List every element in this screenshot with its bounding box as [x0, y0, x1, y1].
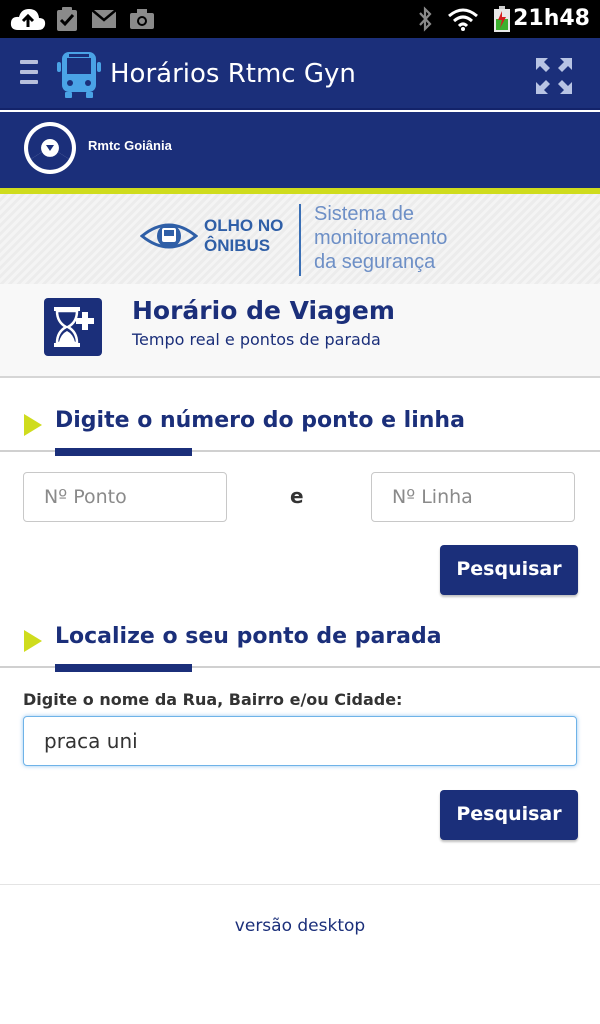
banner-tagline: Sistema de monitoramento da segurança: [314, 202, 474, 274]
heading-underline: [55, 664, 192, 672]
hourglass-plus-icon: [44, 298, 102, 356]
section-header: Horário de Viagem Tempo real e pontos de…: [0, 284, 600, 378]
heading-underline: [55, 448, 192, 456]
banner-tagline-line2: monitoramento: [314, 227, 448, 249]
eye-bus-icon: [139, 216, 199, 260]
banner-logo-line1: OLHO NO: [204, 216, 284, 235]
locate-stop-heading: Localize o seu ponto de parada: [0, 624, 600, 672]
locate-stop-heading-label: Localize o seu ponto de parada: [55, 624, 442, 649]
section-subtitle: Tempo real e pontos de parada: [132, 330, 381, 349]
bus-icon[interactable]: [54, 50, 104, 100]
banner-separator: [299, 204, 301, 276]
line-number-input[interactable]: Nº Linha: [371, 472, 575, 522]
triangle-bullet-icon: [24, 630, 42, 652]
stop-line-heading: Digite o número do ponto e linha: [0, 408, 600, 456]
olho-no-onibus-banner: OLHO NO ÔNIBUS Sistema de monitoramento …: [0, 194, 600, 284]
brand-name: Rmtc Goiânia: [88, 138, 172, 153]
banner-logo-text: OLHO NO ÔNIBUS: [204, 216, 283, 256]
cloud-upload-icon: [8, 0, 48, 38]
status-time: 21h48: [513, 6, 590, 31]
clipboard-check-icon: [54, 0, 80, 38]
banner-tagline-line3: da segurança: [314, 251, 436, 273]
expand-icon[interactable]: [534, 56, 574, 96]
rmtc-logo-icon: [24, 122, 76, 174]
section-title: Horário de Viagem: [132, 296, 395, 325]
bluetooth-icon: [414, 0, 436, 38]
brand-header: Rmtc Goiânia: [0, 112, 600, 188]
desktop-version-link[interactable]: versão desktop: [0, 916, 600, 936]
battery-icon: [490, 0, 514, 38]
triangle-bullet-icon: [24, 414, 42, 436]
banner-tagline-line1: Sistema de: [314, 203, 415, 225]
search-address-button[interactable]: Pesquisar: [440, 790, 578, 840]
address-search-input[interactable]: praca uni: [23, 716, 577, 766]
gmail-icon: [90, 0, 118, 38]
app-title: Horários Rtmc Gyn: [110, 59, 356, 89]
and-label: e: [290, 484, 304, 508]
stop-number-input[interactable]: Nº Ponto: [23, 472, 227, 522]
footer-divider: [0, 884, 600, 885]
stop-line-heading-label: Digite o número do ponto e linha: [55, 408, 465, 433]
camera-icon: [128, 0, 156, 38]
banner-logo-line2: ÔNIBUS: [204, 236, 271, 255]
wifi-icon: [446, 0, 480, 38]
address-field-label: Digite o nome da Rua, Bairro e/ou Cidade…: [23, 690, 403, 709]
search-stop-line-button[interactable]: Pesquisar: [440, 545, 578, 595]
status-bar: 21h48: [0, 0, 600, 38]
app-bar: Horários Rtmc Gyn: [0, 38, 600, 110]
hamburger-icon[interactable]: [20, 60, 38, 88]
